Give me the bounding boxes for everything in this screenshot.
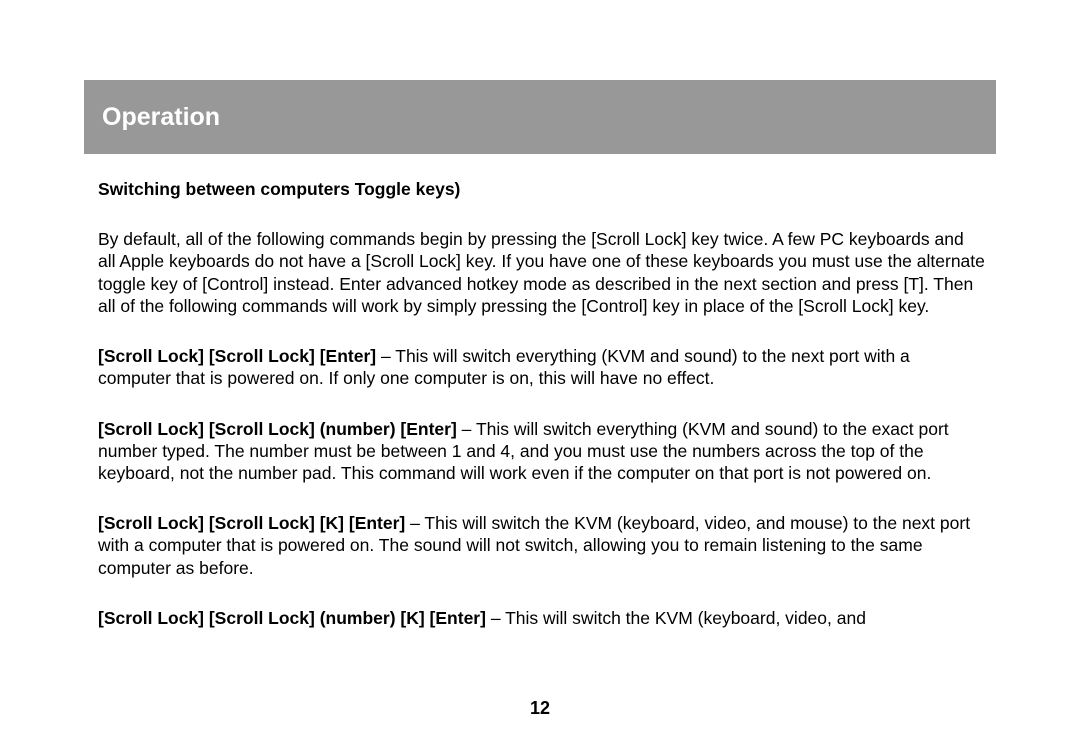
- section-header-bar: Operation: [84, 80, 996, 154]
- command-label: [Scroll Lock] [Scroll Lock] (number) [K]…: [98, 608, 486, 628]
- command-item: [Scroll Lock] [Scroll Lock] (number) [En…: [98, 418, 986, 485]
- command-item: [Scroll Lock] [Scroll Lock] [K] [Enter] …: [98, 512, 986, 579]
- document-page: Operation Switching between computers To…: [0, 0, 1080, 752]
- command-description: – This will switch the KVM (keyboard, vi…: [486, 608, 866, 628]
- page-number: 12: [0, 698, 1080, 719]
- command-label: [Scroll Lock] [Scroll Lock] [K] [Enter]: [98, 513, 405, 533]
- command-item: [Scroll Lock] [Scroll Lock] (number) [K]…: [98, 607, 986, 629]
- command-label: [Scroll Lock] [Scroll Lock] (number) [En…: [98, 419, 457, 439]
- command-label: [Scroll Lock] [Scroll Lock] [Enter]: [98, 346, 376, 366]
- subheading: Switching between computers Toggle keys): [98, 178, 986, 200]
- body-content: Switching between computers Toggle keys)…: [98, 178, 986, 657]
- command-item: [Scroll Lock] [Scroll Lock] [Enter] – Th…: [98, 345, 986, 389]
- section-title: Operation: [102, 103, 220, 132]
- intro-paragraph: By default, all of the following command…: [98, 228, 986, 317]
